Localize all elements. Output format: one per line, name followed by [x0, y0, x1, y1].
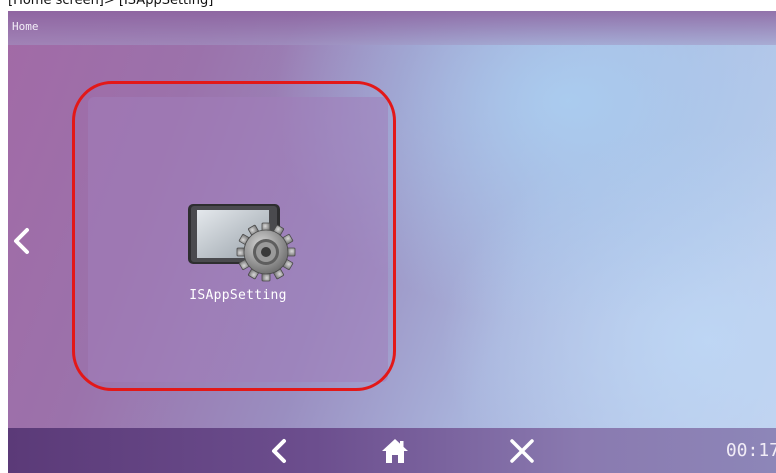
chevron-left-icon [14, 228, 29, 254]
back-button[interactable] [266, 437, 294, 465]
home-button[interactable] [381, 437, 409, 465]
header-bar: Home [8, 11, 776, 45]
close-icon [510, 439, 534, 463]
scroll-left-button[interactable] [11, 226, 33, 256]
highlight-circle [72, 81, 396, 391]
clock: 00:17 [725, 440, 776, 461]
footer-nav-bar: 00:17 [8, 428, 776, 473]
home-icon [382, 439, 408, 463]
close-button[interactable] [508, 437, 536, 465]
device-screen: Home ISAppSetting 00:17 [8, 11, 776, 473]
top-caption-text: [Home screen]> [ISAppSetting] [8, 0, 214, 8]
page-title: Home [12, 20, 39, 33]
top-caption: [Home screen]> [ISAppSetting] [0, 0, 776, 11]
back-icon [272, 439, 286, 463]
